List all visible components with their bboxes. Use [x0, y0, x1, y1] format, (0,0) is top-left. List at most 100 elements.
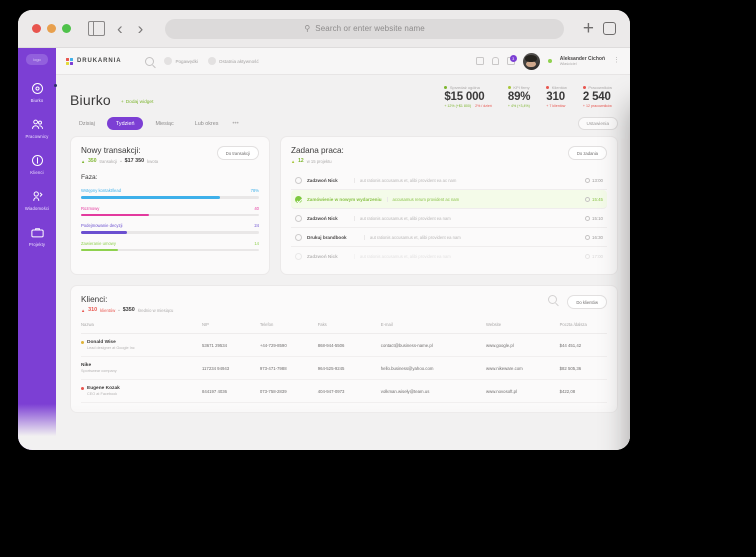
tasks-list: Zadzwoń Nick aut rationis accusamus et, …	[291, 171, 607, 265]
client-fax: 964-525-9245	[317, 356, 381, 380]
task-time-text: 17:00	[592, 253, 603, 259]
stat-delta-main: + 7 klientów	[546, 104, 566, 108]
address-bar[interactable]: ⚲ Search or enter website name	[165, 18, 564, 39]
clock-icon	[585, 215, 590, 221]
period-tabs: Dzisiaj Tydzień Miesiąc Lub okres ••• Us…	[56, 114, 630, 136]
phase-bar-header: Rozmowy 40	[81, 206, 259, 211]
task-name: Zamówienie w nowym wydarzeniu	[307, 196, 382, 202]
tab-miesiac[interactable]: Miesiąc	[146, 117, 182, 130]
clock-icon	[585, 234, 590, 240]
user-info[interactable]: Aleksander Cichoń Właściciel	[560, 56, 605, 66]
table-row[interactable]: Donald Wise Lead designer at Google Inc …	[81, 333, 607, 357]
tabs-more-icon[interactable]: •••	[232, 121, 238, 127]
to-transactions-button[interactable]: Do transakcji	[216, 146, 259, 160]
add-widget-badge[interactable]: + Dodaj widget	[121, 100, 154, 105]
task-name: Zadzwoń Nick	[307, 177, 338, 183]
task-checkbox[interactable]	[295, 252, 302, 260]
stat-label-text: Sprzedaż ogólna	[449, 85, 480, 90]
table-row[interactable]: Nike Sportswear company 117234 94943 973…	[81, 356, 607, 380]
topbar-link-aktywnosc[interactable]: Ostatnia aktywność	[207, 57, 259, 65]
tab-lub-okres[interactable]: Lub okres	[186, 117, 228, 130]
table-row[interactable]: Eugene Kozak CEO at Facebook 844197 4036…	[81, 379, 607, 403]
clients-search-icon[interactable]	[548, 295, 558, 304]
task-row[interactable]: Zadzwoń Nick aut rationis accusamus et, …	[291, 171, 607, 190]
plus-icon: +	[120, 100, 124, 105]
col-nazwa: Nazwa	[81, 322, 202, 334]
sidebar-item-label: Pracownicy	[25, 134, 49, 139]
kebab-menu-icon[interactable]: ⋮	[613, 57, 620, 64]
stat-label: Pracowników	[582, 85, 612, 90]
task-time-text: 16:30	[592, 234, 603, 240]
task-checkbox[interactable]	[295, 214, 302, 222]
new-tab-icon[interactable]: +	[583, 19, 594, 38]
sidebar-item-pracownicy[interactable]: Pracownicy	[18, 117, 56, 139]
transactions-title: Nowy transakcji:	[81, 146, 141, 155]
topbar-link-pogawedki[interactable]: Pogawędki	[164, 57, 198, 65]
to-clients-button[interactable]: Do klientów	[567, 295, 607, 309]
stat-card[interactable]: KPI firmy 89% + 4% (+3,4%)	[507, 85, 531, 108]
client-nip: 53671 29534	[201, 333, 260, 357]
close-icon[interactable]	[32, 24, 41, 33]
bell-icon[interactable]	[491, 57, 499, 65]
stat-delta-main: + 4% (+3,4%)	[507, 104, 530, 108]
stat-delta: + 12 pracowników	[583, 104, 612, 108]
stat-card[interactable]: Sprzedaż ogólna $15 000 + 12% (+$1 800) 2…	[444, 85, 492, 108]
settings-button[interactable]: Ustawienia	[577, 117, 618, 130]
screenshot-stage: ‹ › ⚲ Search or enter website name + log…	[0, 0, 756, 557]
notifications-icon[interactable]: 3	[506, 55, 517, 65]
sidebar-logo[interactable]: logo	[26, 54, 48, 65]
task-checkbox[interactable]	[295, 233, 302, 241]
topbar-search-icon[interactable]	[145, 56, 155, 66]
client-name: Eugene Kozak	[81, 386, 202, 391]
clients-amount: $350	[122, 307, 135, 313]
sidebar-item-label: Klienci	[30, 170, 44, 175]
client-post: $422,08	[559, 379, 607, 403]
page-header: Biurko + Dodaj widget Sprzedaż ogólna $1…	[56, 75, 630, 114]
task-checkbox[interactable]	[295, 176, 302, 184]
phase-bar-percent: 78%	[250, 188, 259, 193]
stat-card[interactable]: Pracowników 2 540 + 12 pracowników	[582, 85, 612, 108]
back-arrow-icon[interactable]: ‹	[114, 20, 126, 37]
search-icon: ⚲	[304, 24, 311, 33]
minimize-icon[interactable]	[47, 24, 56, 33]
avatar[interactable]	[522, 52, 540, 70]
sidebar-toggle-icon[interactable]	[88, 21, 105, 36]
sidebar-item-projekty[interactable]: Projekty	[18, 225, 56, 247]
maximize-icon[interactable]	[62, 24, 71, 33]
task-row[interactable]: Drukuj brandbook aut rationis accusamus …	[291, 228, 607, 247]
col-poczta: Poczta /dalsza	[559, 322, 607, 334]
client-name-text: Donald Wise	[87, 340, 116, 345]
tab-dzisiaj[interactable]: Dzisiaj	[70, 117, 104, 130]
window-controls[interactable]	[32, 24, 71, 33]
task-row[interactable]: Zamówienie w nowym wydarzeniu accusamus …	[291, 190, 607, 209]
browser-window: ‹ › ⚲ Search or enter website name + log…	[18, 10, 630, 450]
client-name-text: Nike	[81, 363, 92, 368]
client-nip: 117234 94943	[201, 356, 260, 380]
stat-delta: + 4% (+3,4%)	[508, 104, 530, 108]
to-tasks-button[interactable]: Do zadania	[567, 146, 607, 160]
apps-icon[interactable]	[475, 57, 484, 65]
stat-card[interactable]: Klientów 310 + 7 klientów	[546, 85, 567, 108]
col-nip: NIP	[201, 322, 260, 334]
task-row[interactable]: Zadzwoń Nick aut rationis accusamus et, …	[291, 209, 607, 228]
stat-value: $15 000	[444, 91, 485, 103]
sidebar-item-biurko[interactable]: Biurko	[18, 81, 57, 103]
sidebar-item-wiadomosci[interactable]: Wiadomości	[18, 189, 56, 211]
client-post: $82 505,36	[559, 356, 607, 380]
tab-tydzien[interactable]: Tydzień	[106, 117, 144, 130]
app-logo[interactable]: DRUKARNIA	[66, 57, 121, 65]
task-checkbox[interactable]	[295, 195, 302, 203]
forward-arrow-icon[interactable]: ›	[135, 20, 147, 37]
client-name: Nike	[81, 363, 202, 368]
tab-overview-icon[interactable]	[600, 19, 616, 35]
clients-amount-note: średnio w miesiącu	[137, 307, 174, 313]
task-desc: accusamus rerum provident ac nam	[386, 196, 580, 202]
task-row[interactable]: Zadzwoń Nick aut rationis accusamus et, …	[291, 247, 607, 265]
sidebar-item-klienci[interactable]: Klienci	[18, 153, 56, 175]
task-name: Drukuj brandbook	[307, 234, 347, 240]
task-time: 15:10	[585, 215, 603, 221]
topbar-right: 3 Aleksander Cichoń Właściciel ⋮	[475, 52, 620, 70]
phase-bar-header: Wstępny kontakt/lead 78%	[81, 188, 259, 193]
client-website: www.novosoft.pl	[485, 379, 560, 403]
stats-row: Sprzedaż ogólna $15 000 + 12% (+$1 800) 2…	[444, 85, 618, 108]
